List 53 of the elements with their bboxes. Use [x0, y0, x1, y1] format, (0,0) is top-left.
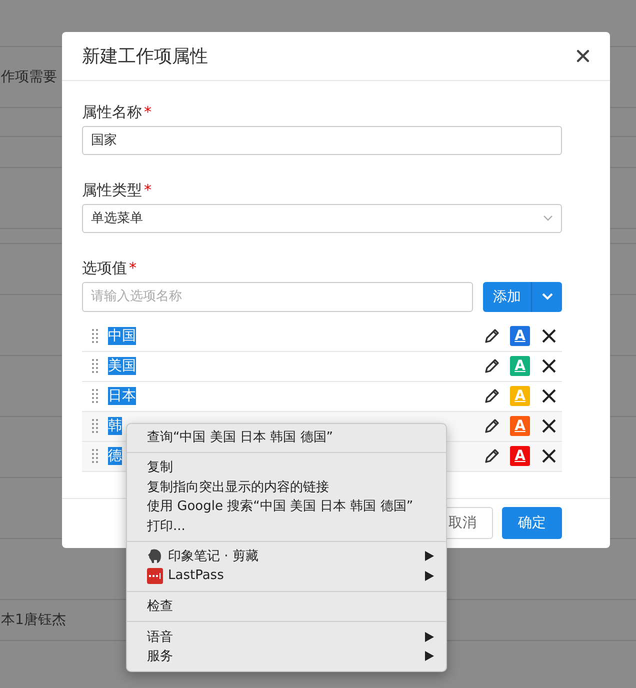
required-mark: * [129, 258, 136, 277]
option-label: 韩 [108, 417, 122, 436]
color-button[interactable]: A [510, 326, 530, 346]
pencil-icon[interactable] [484, 418, 500, 434]
dropdown-button[interactable] [532, 282, 562, 312]
menu-item[interactable]: 语音 [127, 627, 446, 646]
option-label: 德 [108, 447, 122, 466]
field-label: 属性类型 [82, 180, 142, 199]
option-label: 中国 [108, 327, 136, 346]
chevron-down-icon [542, 293, 552, 300]
dots-badge-icon [147, 568, 163, 584]
menu-item[interactable]: 检查 [127, 596, 446, 616]
submenu-arrow-icon [425, 632, 434, 642]
drag-handle-icon[interactable] [92, 389, 98, 404]
option-label: 日本 [108, 387, 136, 406]
pencil-icon[interactable] [484, 388, 500, 404]
menu-item[interactable]: 服务 [127, 646, 446, 666]
submenu-arrow-icon [425, 570, 434, 581]
submenu-arrow-icon [425, 651, 434, 662]
delete-icon[interactable] [542, 449, 556, 464]
add-button[interactable]: 添加 [483, 282, 532, 312]
background-text: 本1唐钰杰 [1, 611, 66, 629]
text-field[interactable]: 国家 [82, 126, 562, 155]
close-icon[interactable] [576, 48, 590, 63]
submenu-arrow-icon [425, 551, 434, 562]
delete-icon[interactable] [542, 359, 556, 374]
option-label: 美国 [108, 357, 136, 376]
pencil-icon[interactable] [484, 358, 500, 374]
menu-item[interactable]: 复制指向突出显示的内容的链接 [127, 477, 446, 496]
drag-handle-icon[interactable] [92, 419, 98, 434]
menu-item[interactable]: 印象笔记 · 剪藏 [127, 546, 446, 566]
menu-item[interactable]: 复制 [127, 458, 446, 477]
field-label: 属性名称 [82, 102, 142, 121]
select-field[interactable]: 单选菜单 [82, 204, 562, 233]
chevron-down-icon [543, 215, 553, 222]
delete-icon[interactable] [542, 389, 556, 404]
delete-icon[interactable] [542, 419, 556, 434]
pencil-icon[interactable] [484, 448, 500, 464]
required-mark: * [144, 180, 152, 199]
drag-handle-icon[interactable] [92, 449, 98, 464]
field-label: 选项值 [82, 258, 127, 277]
drag-handle-icon[interactable] [92, 359, 98, 374]
menu-item[interactable]: LastPass [127, 566, 446, 586]
pencil-icon[interactable] [484, 328, 500, 344]
menu-item[interactable]: 查询“中国 美国 日本 韩国 德国” [127, 427, 446, 446]
dialog-title: 新建工作项属性 [82, 44, 208, 68]
option-input-field[interactable]: 请输入选项名称 [82, 282, 473, 312]
confirm-button[interactable]: 确定 [502, 507, 562, 540]
delete-icon[interactable] [542, 329, 556, 344]
drag-handle-icon[interactable] [92, 329, 98, 344]
background-text: 作项需要 [1, 68, 57, 86]
required-mark: * [144, 102, 152, 121]
color-button[interactable]: A [510, 446, 530, 466]
